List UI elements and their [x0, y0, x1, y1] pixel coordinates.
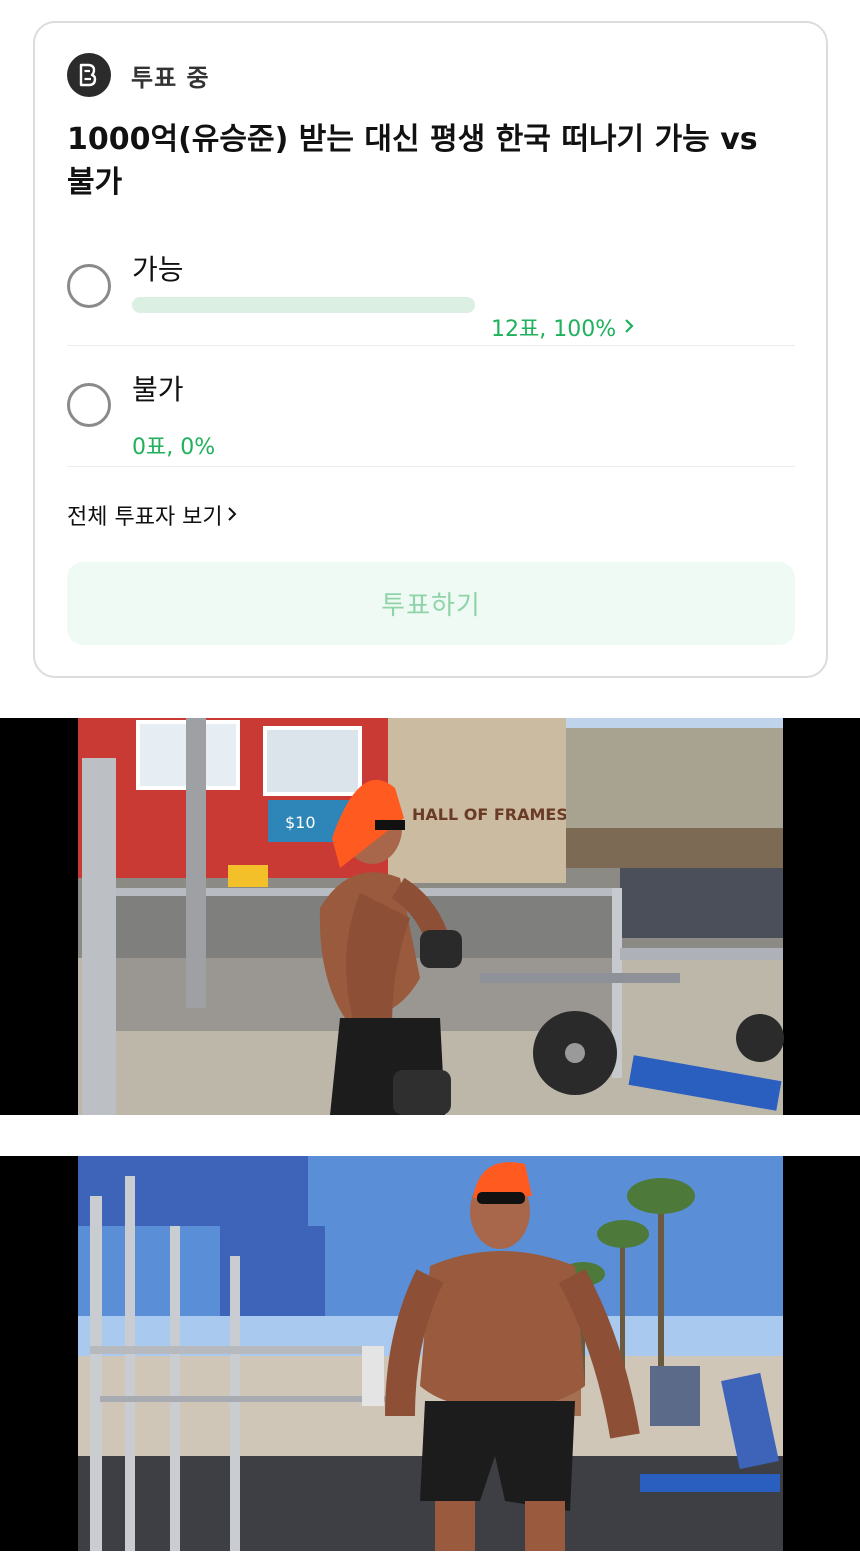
result-bar-fill [132, 297, 475, 313]
view-all-voters-link[interactable]: 전체 투표자 보기 [67, 499, 237, 531]
option-label: 가능 [132, 253, 184, 286]
poll-card: 투표 중 1000억(유승준) 받는 대신 평생 한국 떠나기 가능 vs 불가… [33, 21, 828, 678]
store-sign: $10 [285, 813, 316, 832]
poll-option-impossible[interactable]: 불가 0표, 0% [67, 368, 795, 488]
attached-photo-2[interactable] [0, 1156, 860, 1551]
poll-header: 투표 중 [67, 53, 210, 97]
poll-status: 투표 중 [131, 63, 210, 92]
divider [67, 345, 795, 346]
option-label: 불가 [132, 373, 184, 406]
view-all-voters-label: 전체 투표자 보기 [67, 505, 223, 530]
photo-scene: $10 HALL OF FRAMES [78, 718, 784, 1115]
photo-scene [78, 1156, 783, 1551]
radio-icon[interactable] [67, 264, 111, 308]
chevron-right-icon [624, 315, 634, 340]
building-sign: HALL OF FRAMES [412, 805, 568, 824]
divider [67, 466, 795, 467]
attached-photo-1[interactable]: $10 HALL OF FRAMES [0, 718, 860, 1115]
poll-app-icon [67, 53, 111, 97]
option-result-link[interactable]: 12표, 100% [491, 311, 634, 343]
radio-icon[interactable] [67, 383, 111, 427]
chevron-right-icon [227, 503, 237, 528]
option-result: 0표, 0% [132, 435, 216, 460]
vote-button[interactable]: 투표하기 [67, 562, 795, 645]
option-result: 12표, 100% [491, 317, 617, 342]
result-bar [132, 297, 475, 313]
poll-option-possible[interactable]: 가능 12표, 100% [67, 248, 795, 368]
poll-question: 1000억(유승준) 받는 대신 평생 한국 떠나기 가능 vs 불가 [67, 122, 758, 200]
